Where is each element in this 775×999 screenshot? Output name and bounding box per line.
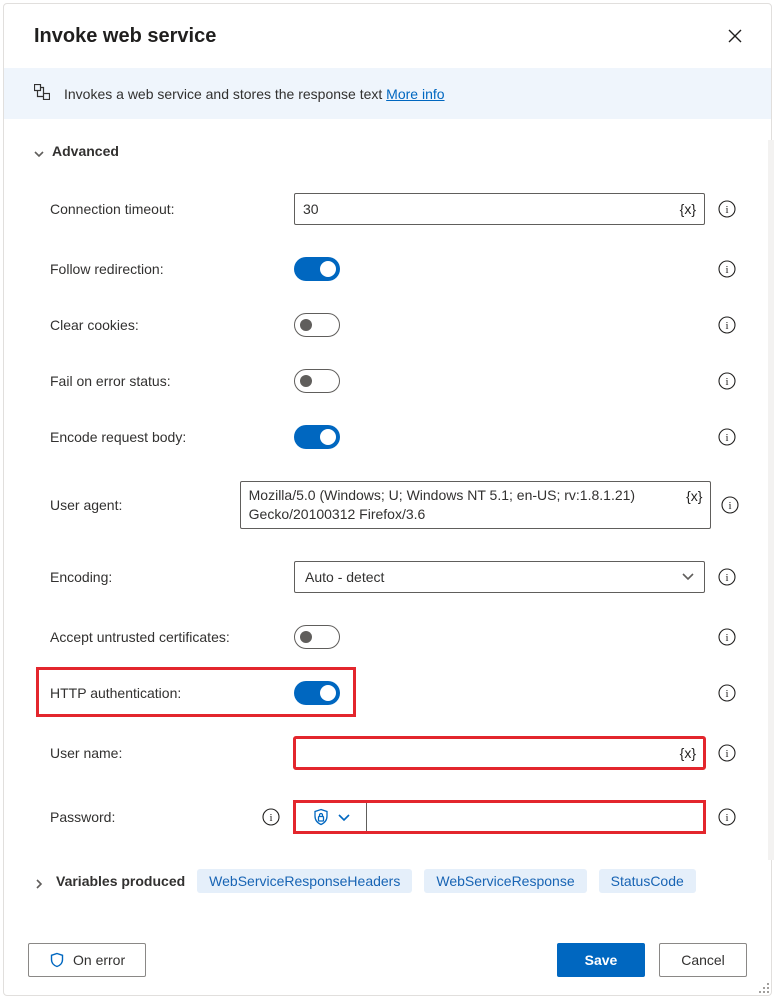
- insert-variable-button[interactable]: {x}: [680, 201, 696, 217]
- accept-untrusted-certificates-label: Accept untrusted certificates:: [50, 629, 230, 645]
- variables-produced-label[interactable]: Variables produced: [56, 873, 185, 889]
- web-service-icon: [34, 84, 50, 103]
- svg-text:i: i: [725, 376, 728, 388]
- resize-grip[interactable]: [757, 981, 769, 993]
- on-error-button[interactable]: On error: [28, 943, 146, 977]
- connection-timeout-label: Connection timeout:: [50, 201, 175, 217]
- row-accept-untrusted-certificates: Accept untrusted certificates: i: [34, 609, 741, 665]
- credential-picker-button[interactable]: [294, 801, 366, 833]
- row-encoding: Encoding: Auto - detect i: [34, 545, 741, 609]
- encode-request-body-label: Encode request body:: [50, 429, 186, 445]
- encode-request-body-toggle[interactable]: [294, 425, 340, 449]
- follow-redirection-label: Follow redirection:: [50, 261, 164, 277]
- chevron-right-icon[interactable]: [34, 876, 44, 886]
- shield-lock-icon: [312, 808, 330, 826]
- http-authentication-label: HTTP authentication:: [50, 685, 181, 701]
- insert-variable-button[interactable]: {x}: [680, 745, 696, 761]
- row-user-name: User name: {x} i: [34, 721, 741, 785]
- user-name-label: User name:: [50, 745, 122, 761]
- svg-text:i: i: [729, 500, 732, 512]
- info-icon[interactable]: i: [718, 628, 736, 646]
- user-agent-input[interactable]: Mozilla/5.0 (Windows; U; Windows NT 5.1;…: [240, 481, 712, 529]
- password-input-group: [294, 801, 705, 833]
- chevron-down-icon: [338, 811, 350, 823]
- user-name-input[interactable]: {x}: [294, 737, 705, 769]
- user-agent-label: User agent:: [50, 497, 122, 513]
- svg-text:i: i: [725, 632, 728, 644]
- invoke-web-service-dialog: Invoke web service Invokes a web service…: [3, 3, 772, 996]
- close-icon: [728, 29, 742, 43]
- info-icon[interactable]: i: [718, 684, 736, 702]
- row-clear-cookies: Clear cookies: i: [34, 297, 741, 353]
- dialog-body: Advanced Connection timeout: 30 {x} i Fo…: [4, 119, 771, 925]
- dialog-footer: On error Save Cancel: [4, 925, 771, 995]
- fail-on-error-status-toggle[interactable]: [294, 369, 340, 393]
- info-icon[interactable]: i: [718, 428, 736, 446]
- row-http-authentication: HTTP authentication: i: [34, 665, 741, 721]
- svg-text:i: i: [725, 572, 728, 584]
- info-icon[interactable]: i: [718, 808, 736, 826]
- variable-pill[interactable]: WebServiceResponseHeaders: [197, 869, 412, 893]
- svg-text:i: i: [725, 432, 728, 444]
- clear-cookies-toggle[interactable]: [294, 313, 340, 337]
- save-button[interactable]: Save: [557, 943, 645, 977]
- row-user-agent: User agent: Mozilla/5.0 (Windows; U; Win…: [34, 465, 741, 545]
- info-icon[interactable]: i: [718, 372, 736, 390]
- connection-timeout-input[interactable]: 30 {x}: [294, 193, 705, 225]
- accept-untrusted-certificates-toggle[interactable]: [294, 625, 340, 649]
- info-icon[interactable]: i: [718, 260, 736, 278]
- encoding-label: Encoding:: [50, 569, 112, 585]
- svg-text:i: i: [725, 812, 728, 824]
- password-label: Password:: [50, 809, 115, 825]
- cancel-button[interactable]: Cancel: [659, 943, 747, 977]
- scrollbar-track[interactable]: [768, 140, 772, 860]
- variable-pill[interactable]: WebServiceResponse: [424, 869, 586, 893]
- shield-icon: [49, 952, 65, 968]
- follow-redirection-toggle[interactable]: [294, 257, 340, 281]
- info-icon[interactable]: i: [718, 316, 736, 334]
- variable-pill[interactable]: StatusCode: [599, 869, 696, 893]
- http-authentication-toggle[interactable]: [294, 681, 340, 705]
- more-info-link[interactable]: More info: [386, 86, 444, 102]
- chevron-down-icon: [34, 146, 44, 156]
- svg-text:i: i: [725, 688, 728, 700]
- dialog-header: Invoke web service: [4, 4, 771, 68]
- fail-on-error-status-label: Fail on error status:: [50, 373, 171, 389]
- clear-cookies-label: Clear cookies:: [50, 317, 139, 333]
- svg-text:i: i: [269, 812, 272, 824]
- info-icon[interactable]: i: [262, 808, 280, 826]
- svg-text:i: i: [725, 320, 728, 332]
- chevron-down-icon: [682, 569, 694, 585]
- row-follow-redirection: Follow redirection: i: [34, 241, 741, 297]
- svg-text:i: i: [725, 264, 728, 276]
- advanced-section-header[interactable]: Advanced: [34, 143, 741, 159]
- info-icon[interactable]: i: [718, 200, 736, 218]
- insert-variable-button[interactable]: {x}: [686, 488, 702, 504]
- dialog-title: Invoke web service: [34, 25, 216, 48]
- info-icon[interactable]: i: [718, 744, 736, 762]
- info-icon[interactable]: i: [718, 568, 736, 586]
- variables-produced-section: Variables produced WebServiceResponseHea…: [34, 869, 741, 893]
- info-icon[interactable]: i: [721, 496, 739, 514]
- info-banner: Invokes a web service and stores the res…: [4, 68, 771, 119]
- encoding-value: Auto - detect: [305, 569, 384, 585]
- svg-text:i: i: [725, 748, 728, 760]
- row-connection-timeout: Connection timeout: 30 {x} i: [34, 177, 741, 241]
- close-button[interactable]: [721, 22, 749, 50]
- encoding-select[interactable]: Auto - detect: [294, 561, 705, 593]
- banner-description: Invokes a web service and stores the res…: [64, 86, 445, 102]
- advanced-label: Advanced: [52, 143, 119, 159]
- row-fail-on-error-status: Fail on error status: i: [34, 353, 741, 409]
- row-password: Password: i i: [34, 785, 741, 849]
- password-input[interactable]: [366, 801, 705, 833]
- row-encode-request-body: Encode request body: i: [34, 409, 741, 465]
- svg-text:i: i: [725, 204, 728, 216]
